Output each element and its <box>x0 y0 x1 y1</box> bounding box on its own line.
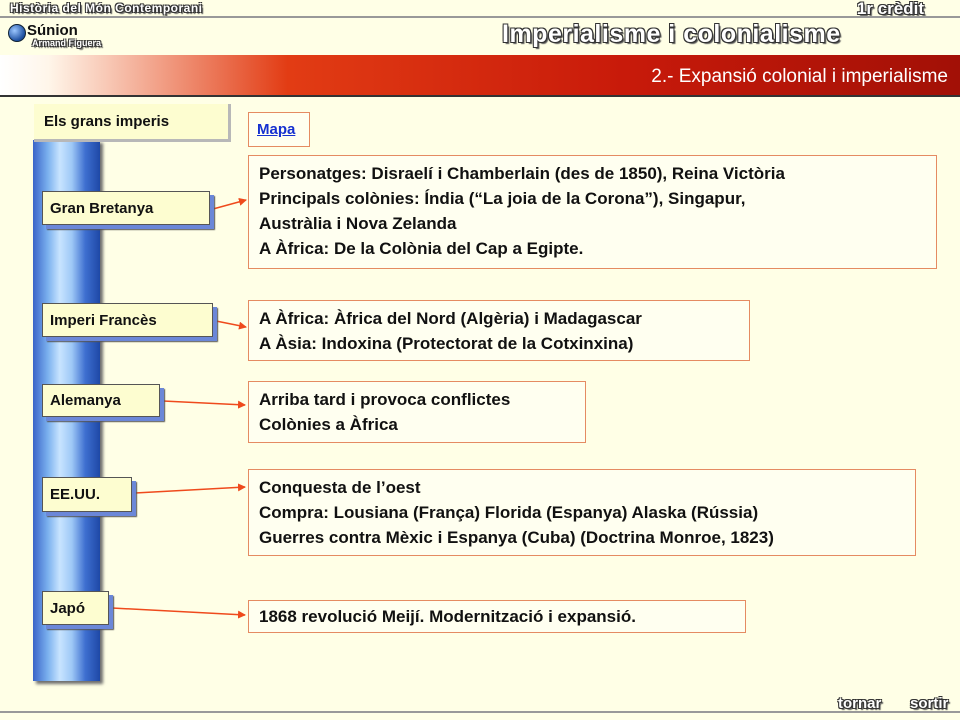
arrow-imperi-frances <box>215 320 247 330</box>
arrow-alemanya <box>162 400 246 409</box>
back-link[interactable]: tornar <box>838 695 881 712</box>
arrow-eeuu <box>134 483 246 494</box>
info-gran-bretanya: Personatges: Disraelí i Chamberlain (des… <box>248 155 937 269</box>
info-line: Guerres contra Mèxic i Espanya (Cuba) (D… <box>259 528 774 547</box>
footer-divider <box>0 711 960 713</box>
info-line: Conquesta de l’oest <box>259 478 421 497</box>
arrow-gran-bretanya <box>212 197 247 210</box>
info-line: A Àfrica: Àfrica del Nord (Algèria) i Ma… <box>259 309 642 328</box>
slide: Història del Món Contemporani 1r crèdit … <box>0 0 960 720</box>
info-line: A Àsia: Indoxina (Protectorat de la Cotx… <box>259 334 634 353</box>
info-japo: 1868 revolució Meijí. Modernització i ex… <box>248 600 746 633</box>
info-imperi-frances: A Àfrica: Àfrica del Nord (Algèria) i Ma… <box>248 300 750 361</box>
exit-link[interactable]: sortir <box>910 695 948 712</box>
info-line: Personatges: Disraelí i Chamberlain (des… <box>259 164 785 183</box>
label-japo: Japó <box>42 591 109 625</box>
label-imperi-frances: Imperi Francès <box>42 303 213 337</box>
info-line: A Àfrica: De la Colònia del Cap a Egipte… <box>259 239 584 258</box>
label-gran-bretanya: Gran Bretanya <box>42 191 210 225</box>
info-alemanya: Arriba tard i provoca conflictes Colònie… <box>248 381 586 443</box>
info-line: Austràlia i Nova Zelanda <box>259 214 457 233</box>
label-alemanya: Alemanya <box>42 384 160 417</box>
info-line: Arriba tard i provoca conflictes <box>259 390 511 409</box>
info-line: Principals colònies: Índia (“La joia de … <box>259 189 746 208</box>
info-line: 1868 revolució Meijí. Modernització i ex… <box>259 607 636 626</box>
label-eeuu: EE.UU. <box>42 477 132 512</box>
info-line: Colònies a Àfrica <box>259 415 398 434</box>
info-eeuu: Conquesta de l’oest Compra: Lousiana (Fr… <box>248 469 916 556</box>
arrow-japo <box>111 607 246 619</box>
info-line: Compra: Lousiana (França) Florida (Espan… <box>259 503 759 522</box>
